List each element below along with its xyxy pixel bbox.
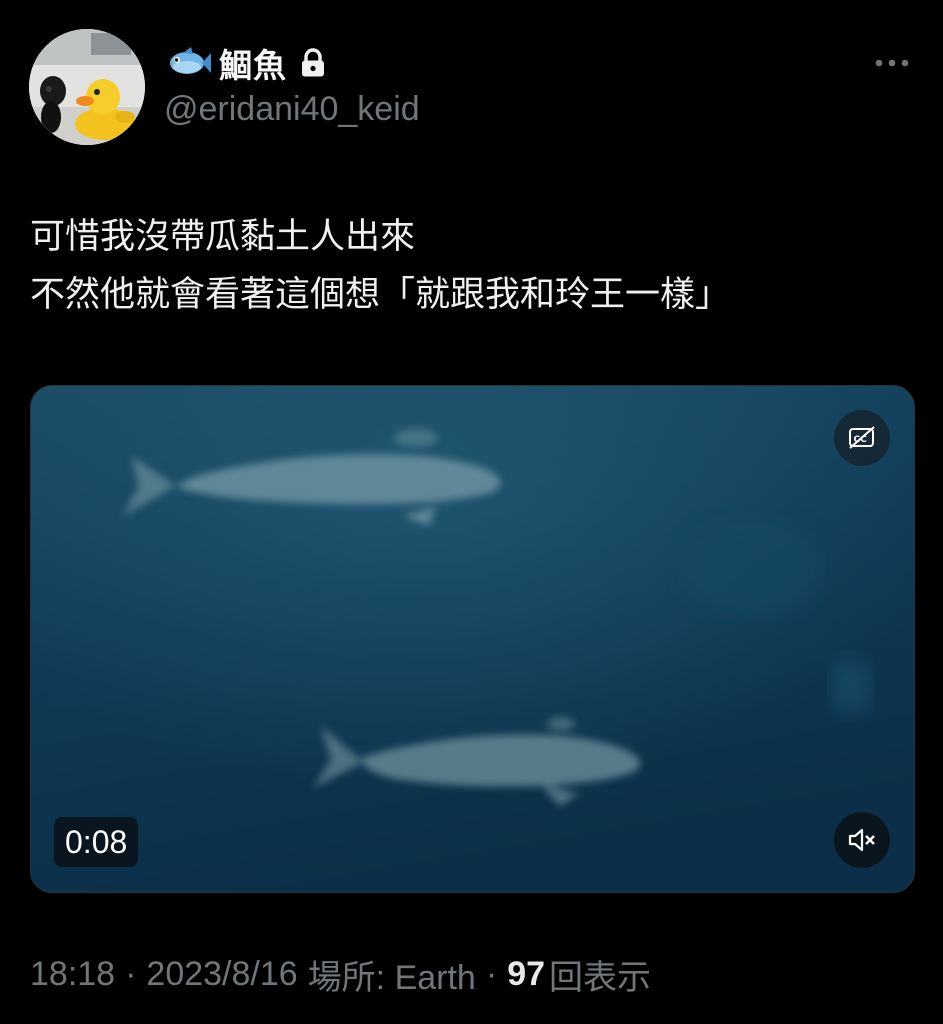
avatar[interactable] — [29, 29, 145, 145]
tweet-text-line: 不然他就會看著這個想「就跟我和玲王一樣」 — [30, 275, 731, 315]
tweet-metadata: 18:18 · 2023/8/16 場所: Earth · 97 回表示 — [30, 948, 651, 1000]
video-player[interactable]: CC 0:08 — [30, 385, 915, 893]
separator: · — [125, 954, 137, 993]
tweet-time[interactable]: 18:18 — [30, 955, 115, 994]
speaker-muted-icon — [848, 828, 875, 852]
author-display-name[interactable]: 鯝魚 — [219, 39, 287, 87]
video-frame-beluga-whales — [31, 386, 914, 892]
tweet-date[interactable]: 2023/8/16 — [146, 955, 297, 994]
author-name-row[interactable]: 鯝魚 — [165, 40, 327, 86]
captions-button[interactable]: CC — [834, 410, 890, 466]
more-horizontal-icon — [875, 59, 909, 67]
fish-emoji-icon — [170, 47, 211, 74]
tweet-text: 可惜我沒帶瓜黏土人出來 不然他就會看著這個想「就跟我和玲王一樣」 — [30, 208, 910, 324]
unmute-button[interactable] — [834, 812, 890, 868]
captions-off-icon: CC — [849, 426, 875, 449]
lock-icon — [302, 48, 324, 77]
author-handle[interactable]: @eridani40_keid — [164, 90, 420, 129]
separator: · — [485, 954, 498, 993]
tweet-text-line: 可惜我沒帶瓜黏土人出來 — [30, 217, 416, 257]
avatar-image — [29, 29, 145, 145]
video-duration: 0:08 — [54, 817, 139, 867]
more-options-button[interactable] — [868, 48, 916, 78]
views-label[interactable]: 回表示 — [549, 950, 651, 999]
tweet-location: 場所: Earth — [307, 958, 476, 997]
views-count[interactable]: 97 — [507, 955, 545, 994]
